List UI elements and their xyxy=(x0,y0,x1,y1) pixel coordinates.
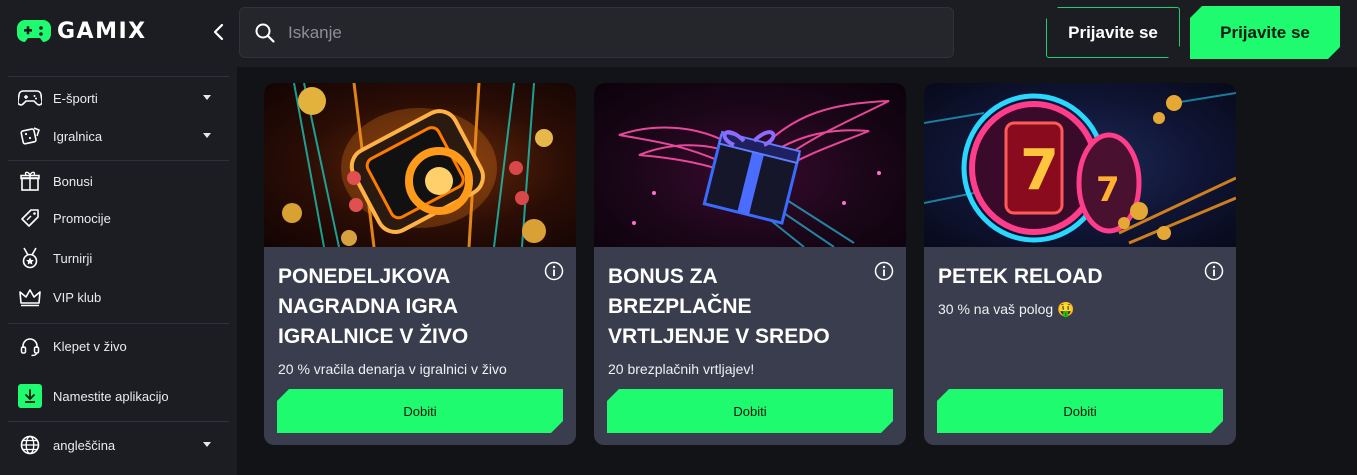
info-icon[interactable] xyxy=(874,261,894,281)
promo-title: PETEK RELOAD xyxy=(938,265,1103,288)
info-icon[interactable] xyxy=(1204,261,1224,281)
sidebar-item-label: Turnirji xyxy=(53,250,93,266)
sidebar-item-label: E-športi xyxy=(53,90,98,106)
promo-image-slot-reel xyxy=(264,83,576,247)
sidebar-item-label: Namestite aplikacijo xyxy=(53,388,169,404)
promo-description: 20 brezplačnih vrtljajev! xyxy=(608,361,755,377)
brand-name: GAMIX xyxy=(57,18,147,44)
sidebar-item-tournaments[interactable]: Turnirji xyxy=(0,240,237,276)
sidebar-item-promotions[interactable]: Promocije xyxy=(0,200,237,236)
register-button[interactable]: Prijavite se xyxy=(1190,6,1340,59)
promo-card: BONUS ZA BREZPLAČNE VRTLJENJE V SREDO 20… xyxy=(594,83,906,445)
sidebar-item-bonuses[interactable]: Bonusi xyxy=(0,163,237,199)
dice-icon xyxy=(18,124,42,148)
divider xyxy=(8,323,229,324)
svg-text:7: 7 xyxy=(1096,170,1120,210)
gamepad-icon xyxy=(18,86,42,110)
svg-text:7: 7 xyxy=(1020,138,1059,203)
promo-card: PONEDELJKOVA NAGRADNA IGRA IGRALNICE V Ž… xyxy=(264,83,576,445)
promo-title: PONEDELJKOVA NAGRADNA IGRA IGRALNICE V Ž… xyxy=(278,265,469,348)
promo-card: 7 7 PETEK RELOAD 30 % na vaš polog 🤑 Dob… xyxy=(924,83,1236,445)
search-bar[interactable] xyxy=(239,7,954,58)
search-input[interactable] xyxy=(288,22,888,43)
sidebar: GAMIX E-športi Igralnica Bonusi Promocij… xyxy=(0,0,237,475)
search-icon xyxy=(255,23,275,43)
sidebar-item-label: Promocije xyxy=(53,210,111,226)
divider xyxy=(8,76,229,77)
sidebar-item-casino[interactable]: Igralnica xyxy=(0,118,237,154)
sidebar-item-label: Klepet v živo xyxy=(53,338,127,354)
tag-icon xyxy=(18,206,42,230)
sidebar-item-label: Bonusi xyxy=(53,173,93,189)
language-selector[interactable]: angleščina xyxy=(0,427,237,463)
chevron-down-icon xyxy=(203,133,211,138)
globe-icon xyxy=(18,433,42,457)
sidebar-item-vip[interactable]: VIP klub xyxy=(0,279,237,315)
promo-description: 30 % na vaš polog 🤑 xyxy=(938,301,1075,317)
headset-icon xyxy=(18,334,42,358)
sidebar-item-live-chat[interactable]: Klepet v živo xyxy=(0,328,237,364)
collapse-sidebar-icon[interactable] xyxy=(210,22,228,42)
get-bonus-button[interactable]: Dobiti xyxy=(937,389,1223,433)
sidebar-item-label: angleščina xyxy=(53,437,116,453)
get-bonus-button[interactable]: Dobiti xyxy=(607,389,893,433)
sidebar-item-label: VIP klub xyxy=(53,289,102,305)
gift-icon xyxy=(18,169,42,193)
sidebar-item-install-app[interactable]: Namestite aplikacijo xyxy=(0,378,237,414)
gamepad-logo-icon xyxy=(17,20,51,42)
promo-description: 20 % vračila denarja v igralnici v živo xyxy=(278,361,507,377)
divider xyxy=(8,421,229,422)
get-bonus-button[interactable]: Dobiti xyxy=(277,389,563,433)
logo[interactable]: GAMIX xyxy=(17,16,147,46)
chevron-down-icon xyxy=(203,442,211,447)
info-icon[interactable] xyxy=(544,261,564,281)
login-button[interactable]: Prijavite se xyxy=(1046,7,1180,58)
crown-icon xyxy=(18,285,42,309)
promo-image-winged-gift xyxy=(594,83,906,247)
divider xyxy=(8,160,229,161)
promo-title: BONUS ZA BREZPLAČNE VRTLJENJE V SREDO xyxy=(608,265,830,348)
sidebar-item-label: Igralnica xyxy=(53,128,103,144)
chevron-down-icon xyxy=(203,95,211,100)
medal-icon xyxy=(18,246,42,270)
promo-image-neon-slot: 7 7 xyxy=(924,83,1236,247)
download-icon xyxy=(18,384,42,408)
sidebar-item-esports[interactable]: E-športi xyxy=(0,80,237,116)
